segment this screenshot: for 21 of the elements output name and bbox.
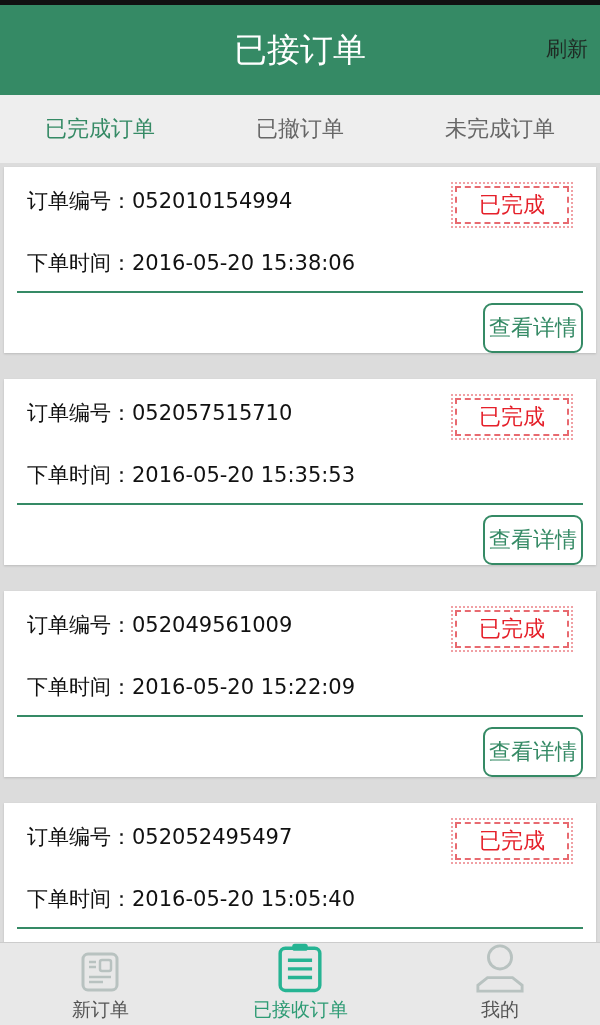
person-icon xyxy=(474,943,526,993)
nav-item[interactable]: 我的 xyxy=(400,943,600,1025)
order-time: 下单时间：2016-05-20 15:22:09 xyxy=(27,673,356,701)
page-title: 已接订单 xyxy=(234,28,366,71)
tab[interactable]: 未完成订单 xyxy=(400,107,600,150)
nav-item[interactable]: 新订单 xyxy=(0,943,200,1025)
tab[interactable]: 已完成订单 xyxy=(0,107,200,150)
order-time: 下单时间：2016-05-20 15:38:06 xyxy=(27,249,356,277)
order-number: 订单编号：052010154994 xyxy=(27,187,293,215)
nav-item[interactable]: 已接收订单 xyxy=(200,943,400,1025)
tab[interactable]: 已撤订单 xyxy=(200,107,400,150)
refresh-button[interactable]: 刷新 xyxy=(546,35,588,63)
order-time: 下单时间：2016-05-20 15:35:53 xyxy=(27,461,356,489)
form-icon xyxy=(80,951,120,993)
details-button[interactable]: 查看详情 xyxy=(483,514,583,565)
details-button[interactable]: 查看详情 xyxy=(483,726,583,777)
order-number: 订单编号：052049561009 xyxy=(27,611,293,639)
order-number: 订单编号：052057515710 xyxy=(27,399,293,427)
order-number: 订单编号：052052495497 xyxy=(27,823,293,851)
details-button[interactable]: 查看详情 xyxy=(483,302,583,353)
order-time: 下单时间：2016-05-20 15:05:40 xyxy=(27,885,356,913)
